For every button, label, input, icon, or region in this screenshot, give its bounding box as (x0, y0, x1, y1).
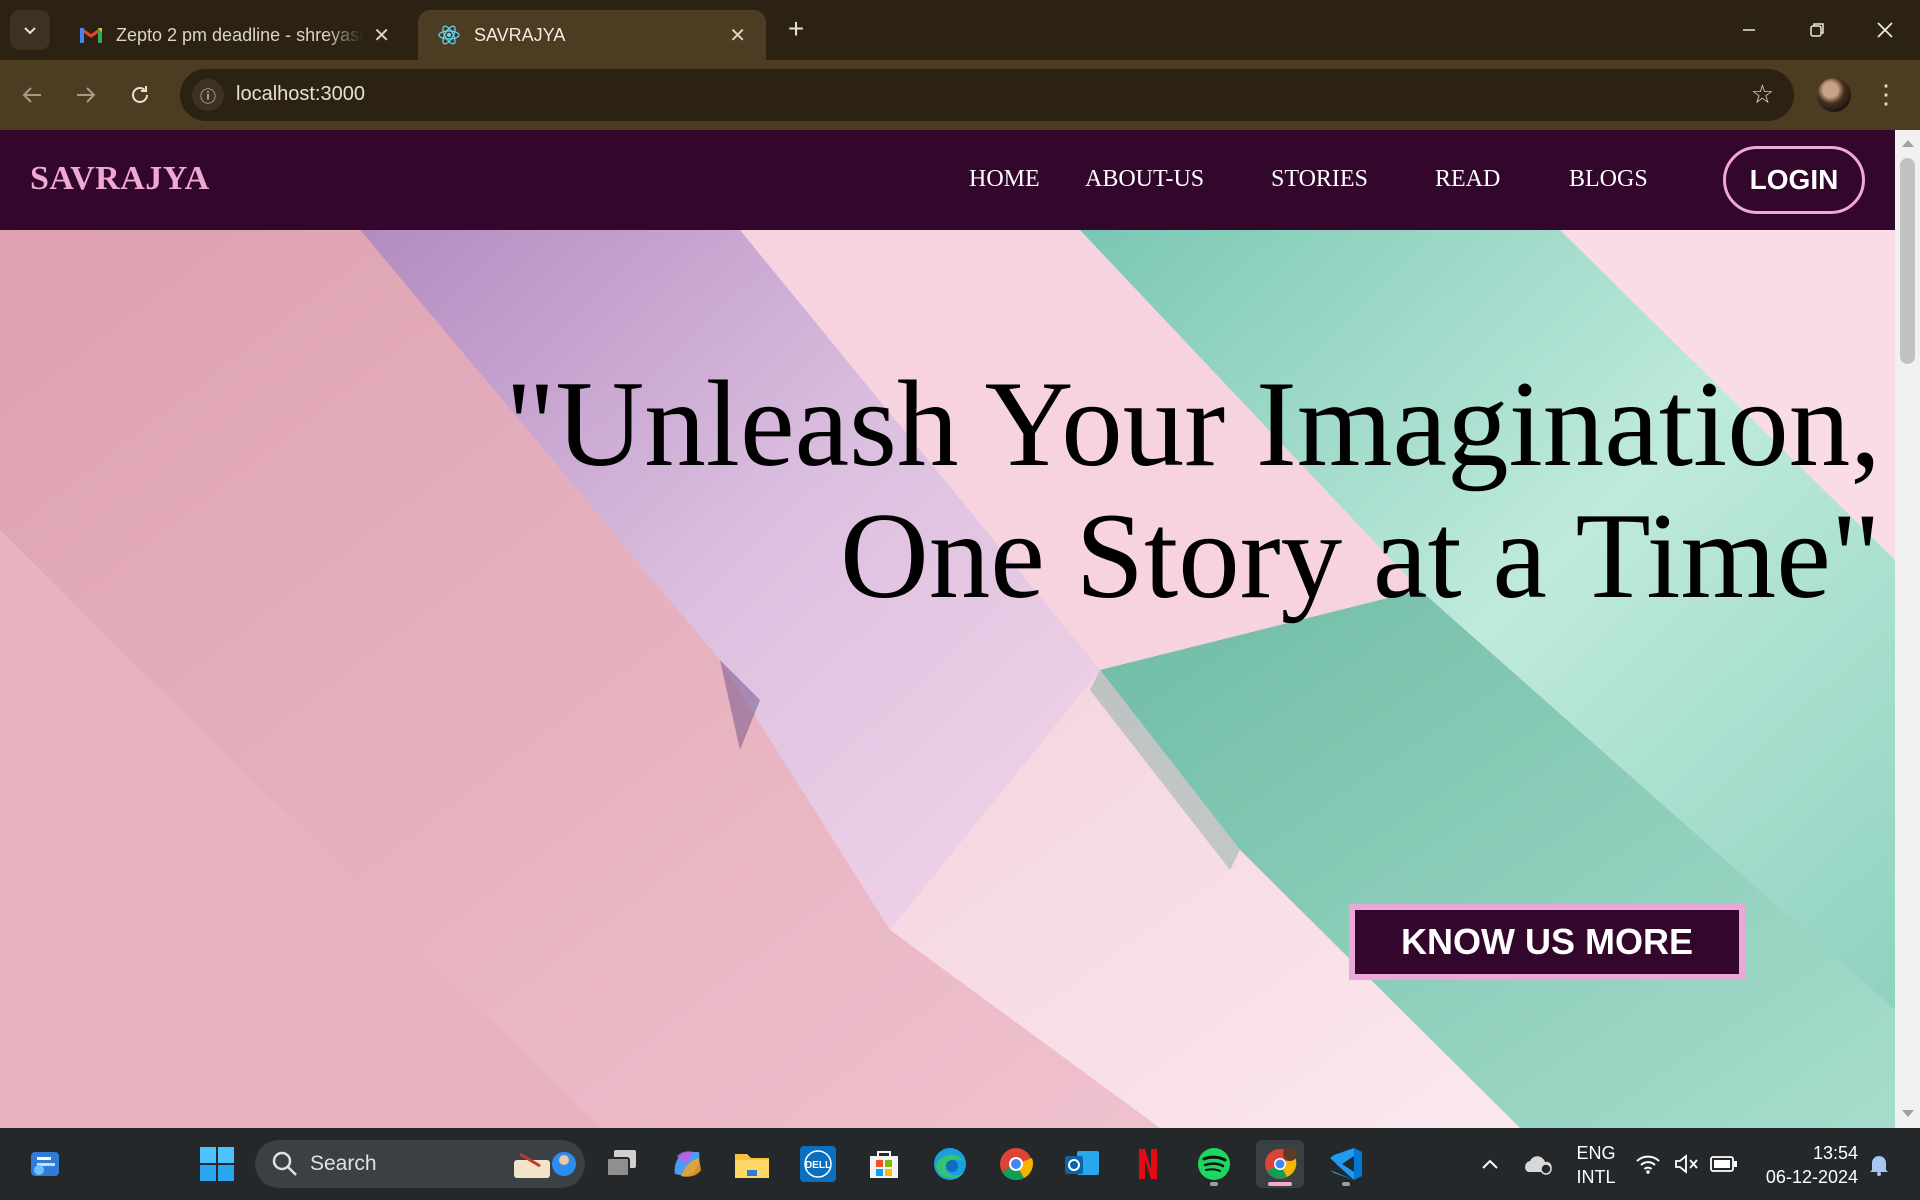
search-icon (272, 1151, 297, 1176)
tab-search-button[interactable] (10, 10, 50, 50)
scroll-up-arrow-icon[interactable] (1902, 140, 1914, 147)
language-indicator[interactable]: ENG INTL (1568, 1141, 1624, 1189)
browser-toolbar: ⓘ localhost:3000 ☆ ⋮ (0, 60, 1920, 130)
site-info-icon[interactable]: ⓘ (192, 79, 224, 111)
page-viewport: SAVRAJYA HOME ABOUT-US STORIES READ BLOG… (0, 130, 1920, 1128)
new-tab-button[interactable]: + (780, 14, 812, 46)
onedrive-icon[interactable] (1514, 1140, 1562, 1188)
windows-taskbar: Search DELL ENG INTL 13:54 06-12-2024 (0, 1128, 1920, 1200)
profile-avatar[interactable] (1817, 78, 1851, 112)
hero-quote-line-1: "Unleash Your Imagination, (505, 355, 1881, 492)
login-button[interactable]: LOGIN (1723, 146, 1865, 214)
minimize-icon (1743, 29, 1755, 31)
tab-savrajya[interactable]: SAVRAJYA ✕ (418, 10, 766, 60)
tab-title: SAVRAJYA (474, 24, 566, 45)
edge-icon[interactable] (926, 1140, 974, 1188)
hero-section: "Unleash Your Imagination, One Story at … (0, 230, 1895, 1128)
battery-icon[interactable] (1706, 1140, 1742, 1188)
file-explorer-icon[interactable] (728, 1140, 776, 1188)
hero-quote-line-2: One Story at a Time" (839, 487, 1881, 624)
windows-start-icon[interactable] (193, 1140, 241, 1188)
nav-read[interactable]: READ (1435, 166, 1500, 193)
hero-quote: "Unleash Your Imagination, One Story at … (505, 358, 1881, 622)
page-scrollbar[interactable] (1895, 130, 1920, 1128)
search-highlight-icon (514, 1152, 576, 1178)
scroll-down-arrow-icon[interactable] (1902, 1110, 1914, 1117)
chrome-icon[interactable] (992, 1140, 1040, 1188)
react-icon (438, 24, 460, 46)
gmail-icon (80, 24, 102, 46)
copilot-icon[interactable] (663, 1140, 711, 1188)
spotify-icon[interactable] (1190, 1140, 1238, 1188)
vscode-icon[interactable] (1322, 1140, 1370, 1188)
clock[interactable]: 13:54 06-12-2024 (1752, 1141, 1858, 1189)
microsoft-store-icon[interactable] (860, 1140, 908, 1188)
tab-title: Zepto 2 pm deadline - shreyasingh (116, 24, 364, 45)
arrow-left-icon (22, 87, 41, 103)
restore-icon (1810, 23, 1824, 37)
url-text[interactable]: localhost:3000 (236, 83, 365, 106)
reload-icon (132, 86, 148, 103)
browser-menu-icon[interactable]: ⋮ (1873, 78, 1899, 112)
close-tab-icon[interactable]: ✕ (373, 23, 390, 48)
nav-home[interactable]: HOME (969, 166, 1040, 193)
minimize-button[interactable] (1715, 0, 1783, 60)
browser-tab-strip: Zepto 2 pm deadline - shreyasingh ✕ SAVR… (0, 0, 1920, 60)
know-us-more-button[interactable]: KNOW US MORE (1349, 904, 1745, 980)
close-window-button[interactable] (1851, 0, 1919, 60)
close-tab-icon[interactable]: ✕ (729, 23, 746, 48)
site-navbar: SAVRAJYA HOME ABOUT-US STORIES READ BLOG… (0, 130, 1895, 230)
keyboard-layout: INTL (1576, 1167, 1616, 1187)
taskbar-search-box[interactable]: Search (255, 1140, 585, 1188)
language-code: ENG (1576, 1143, 1616, 1163)
clock-time: 13:54 (1812, 1143, 1858, 1163)
running-indicator (1210, 1182, 1218, 1186)
active-indicator (1268, 1182, 1292, 1186)
back-button[interactable] (12, 75, 52, 115)
nav-stories[interactable]: STORIES (1271, 166, 1368, 193)
site-logo[interactable]: SAVRAJYA (30, 160, 210, 198)
show-hidden-icons[interactable] (1466, 1140, 1514, 1188)
running-indicator (1342, 1182, 1350, 1186)
netflix-icon[interactable] (1124, 1140, 1172, 1188)
chrome-profile-icon[interactable] (1256, 1140, 1304, 1188)
search-placeholder: Search (310, 1152, 377, 1175)
arrow-right-icon (77, 87, 96, 103)
notification-bell-icon[interactable] (1864, 1140, 1894, 1188)
bookmark-star-icon[interactable]: ☆ (1751, 80, 1774, 108)
restore-button[interactable] (1783, 0, 1851, 60)
outlook-icon[interactable] (1058, 1140, 1106, 1188)
scrollbar-thumb[interactable] (1900, 158, 1915, 364)
reload-button[interactable] (120, 75, 160, 115)
chevron-down-icon (24, 27, 36, 35)
forward-button[interactable] (66, 75, 106, 115)
nav-about-us[interactable]: ABOUT-US (1085, 166, 1204, 193)
svg-text:DELL: DELL (805, 1160, 831, 1171)
clock-date: 06-12-2024 (1765, 1167, 1858, 1187)
widgets-icon[interactable] (23, 1140, 71, 1188)
dell-icon[interactable]: DELL (794, 1140, 842, 1188)
volume-muted-icon[interactable] (1668, 1140, 1704, 1188)
tab-gmail[interactable]: Zepto 2 pm deadline - shreyasingh ✕ (60, 10, 410, 60)
address-bar[interactable]: ⓘ localhost:3000 ☆ (180, 69, 1794, 121)
wifi-icon[interactable] (1630, 1140, 1666, 1188)
close-icon (1877, 22, 1893, 38)
nav-blogs[interactable]: BLOGS (1569, 166, 1648, 193)
task-view-icon[interactable] (598, 1140, 646, 1188)
